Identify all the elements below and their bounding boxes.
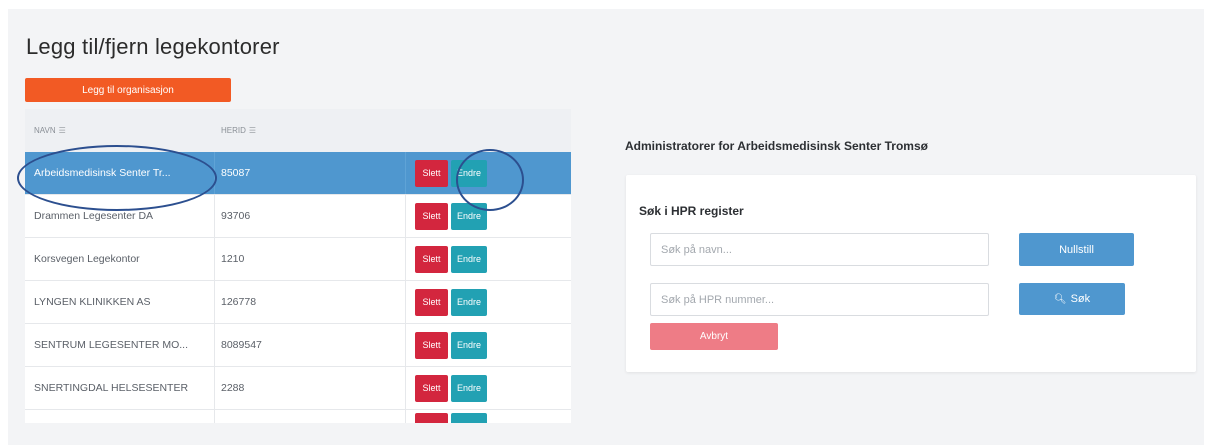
table-row[interactable]: LYNGEN KLINIKKEN AS 126778 Slett Endre: [25, 281, 571, 324]
admin-title: Administratorer for Arbeidsmedisinsk Sen…: [625, 139, 928, 153]
table-cell-herid: 93706: [215, 195, 406, 237]
search-card-title: Søk i HPR register: [639, 204, 744, 218]
row-actions: Slett Endre: [406, 159, 571, 187]
table-cell-herid: 8089547: [215, 324, 406, 366]
edit-button[interactable]: Endre: [451, 331, 487, 359]
delete-button[interactable]: Slett: [415, 374, 448, 402]
edit-button[interactable]: [451, 413, 487, 423]
table-cell-herid: [215, 410, 406, 423]
table-cell-name: Arbeidsmedisinsk Senter Tr...: [25, 152, 215, 194]
edit-button[interactable]: Endre: [451, 374, 487, 402]
edit-button[interactable]: Endre: [451, 288, 487, 316]
delete-button[interactable]: Slett: [415, 288, 448, 316]
table-header: NAVN ☰ HERID ☰: [25, 109, 571, 152]
table-cell-name: Drammen Legesenter DA: [25, 195, 215, 237]
table-row[interactable]: SNERTINGDAL HELSESENTER 2288 Slett Endre: [25, 367, 571, 410]
row-actions: [406, 410, 571, 423]
table-cell-name: Korsvegen Legekontor: [25, 238, 215, 280]
row-actions: Slett Endre: [406, 202, 571, 230]
table-cell-herid: 2288: [215, 367, 406, 409]
table-cell-name: SNERTINGDAL HELSESENTER: [25, 367, 215, 409]
table-cell-name: SENTRUM LEGESENTER MO...: [25, 324, 215, 366]
cancel-button[interactable]: Avbryt: [650, 323, 778, 350]
table-cell-herid: 1210: [215, 238, 406, 280]
search-button[interactable]: 🔍︎ Søk: [1019, 283, 1125, 315]
hpr-search-card: Søk i HPR register Nullstill 🔍︎Søk Avbry…: [626, 175, 1196, 372]
delete-button[interactable]: [415, 413, 448, 423]
page-title: Legg til/fjern legekontorer: [26, 34, 280, 59]
column-header-herid[interactable]: HERID ☰: [215, 126, 406, 135]
sort-icon[interactable]: ☰: [249, 126, 256, 135]
table-cell-herid: 85087: [215, 152, 406, 194]
add-organization-button[interactable]: Legg til organisasjon: [25, 78, 231, 102]
delete-button[interactable]: Slett: [415, 159, 448, 187]
table-row[interactable]: Drammen Legesenter DA 93706 Slett Endre: [25, 195, 571, 238]
table-row-partial: [25, 410, 571, 423]
name-search-input[interactable]: [650, 233, 989, 266]
row-actions: Slett Endre: [406, 331, 571, 359]
organization-table: NAVN ☰ HERID ☰ Arbeidsmedisinsk Senter Tr.…: [25, 109, 571, 423]
delete-button[interactable]: Slett: [415, 245, 448, 273]
table-cell-name: LYNGEN KLINIKKEN AS: [25, 281, 215, 323]
row-actions: Slett Endre: [406, 288, 571, 316]
table-cell-herid: 126778: [215, 281, 406, 323]
row-actions: Slett Endre: [406, 374, 571, 402]
table-row[interactable]: Arbeidsmedisinsk Senter Tr... 85087 Slett E…: [25, 152, 571, 195]
hpr-number-input[interactable]: [650, 283, 989, 316]
delete-button[interactable]: Slett: [415, 331, 448, 359]
edit-button[interactable]: Endre: [451, 202, 487, 230]
edit-button[interactable]: Endre: [451, 159, 487, 187]
search-button-label: Søk: [1070, 293, 1091, 305]
table-body: Arbeidsmedisinsk Senter Tr... 85087 Slett E…: [25, 152, 571, 410]
row-actions: Slett Endre: [406, 245, 571, 273]
column-header-herid-label: HERID: [221, 126, 246, 135]
column-header-name-label: NAVN: [34, 126, 56, 135]
search-icon: 🔍︎: [1053, 293, 1067, 305]
table-row[interactable]: Korsvegen Legekontor 1210 Slett Endre: [25, 238, 571, 281]
table-row[interactable]: SENTRUM LEGESENTER MO... 8089547 Slett Endr…: [25, 324, 571, 367]
delete-button[interactable]: Slett: [415, 202, 448, 230]
table-cell-name: [25, 410, 215, 423]
edit-button[interactable]: Endre: [451, 245, 487, 273]
reset-button[interactable]: Nullstill: [1019, 233, 1134, 266]
sort-icon[interactable]: ☰: [59, 126, 66, 135]
column-header-name[interactable]: NAVN ☰: [25, 126, 215, 135]
